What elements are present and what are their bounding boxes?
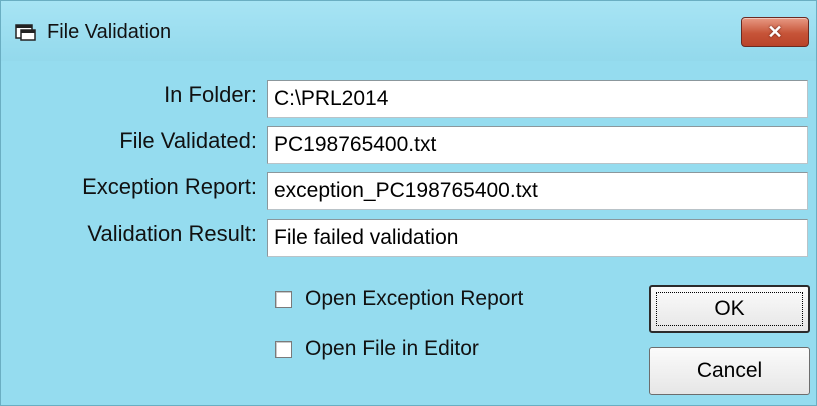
window-app-icon [15,24,36,41]
close-button[interactable]: ✕ [741,17,809,47]
title-bar[interactable]: File Validation ✕ [1,1,816,61]
file-validated-field[interactable]: PC198765400.txt [267,126,808,164]
cancel-button-label: Cancel [696,359,763,382]
open-exception-report-label: Open Exception Report [305,287,524,310]
open-file-in-editor-option[interactable]: Open File in Editor [275,335,479,363]
open-exception-report-option[interactable]: Open Exception Report [275,285,523,313]
field-labels: In Folder: File Validated: Exception Rep… [9,61,257,281]
close-icon: ✕ [767,22,783,42]
focus-rectangle [656,292,803,326]
exception-report-field[interactable]: exception_PC198765400.txt [267,172,808,210]
validation-result-field[interactable]: File failed validation [267,219,808,257]
ok-button[interactable]: OK [649,285,810,333]
open-exception-report-checkbox[interactable] [275,290,292,308]
window-title: File Validation [47,21,172,43]
dialog-client-area: In Folder: File Validated: Exception Rep… [9,61,810,401]
validation-result-label: Validation Result: [87,221,257,246]
open-file-in-editor-checkbox[interactable] [275,340,292,358]
in-folder-field[interactable]: C:\PRL2014 [267,80,808,118]
exception-report-label: Exception Report: [82,174,257,199]
cancel-button[interactable]: Cancel [649,347,810,395]
file-validated-label: File Validated: [119,128,257,153]
open-file-in-editor-label: Open File in Editor [305,337,479,360]
file-validation-dialog: File Validation ✕ In Folder: File Valida… [0,0,817,406]
in-folder-label: In Folder: [164,82,257,107]
